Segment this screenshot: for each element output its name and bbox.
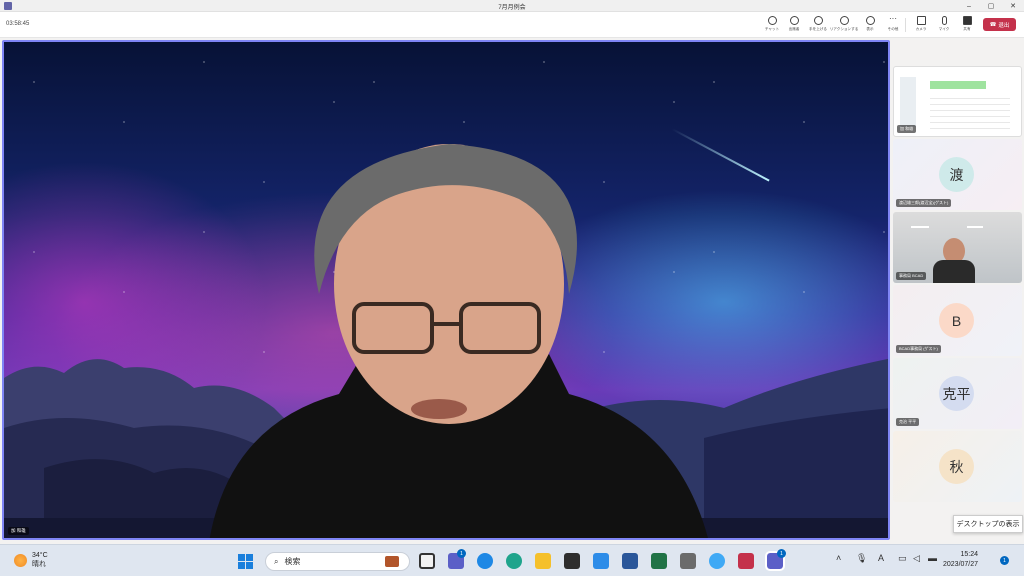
ceiling-light <box>967 226 983 228</box>
shared-screen-thumbnails <box>900 77 916 127</box>
sticky-notes-icon[interactable] <box>564 553 580 569</box>
edge-icon[interactable] <box>506 553 522 569</box>
people-icon <box>789 16 799 25</box>
word-icon[interactable] <box>622 553 638 569</box>
battery-icon[interactable]: ▬ <box>928 553 937 563</box>
clock-date: 2023/07/27 <box>943 561 979 568</box>
mic-icon <box>941 16 947 25</box>
camera-button[interactable]: カメラ <box>909 15 933 35</box>
shared-screen-header <box>930 81 986 89</box>
start-button[interactable] <box>238 554 253 569</box>
teams-badge: 1 <box>777 549 786 558</box>
speaker-video <box>209 144 708 538</box>
participant-name: BCAD事務局 (ゲスト) <box>896 345 941 353</box>
phone-hangup-icon: ☎ <box>989 21 997 28</box>
more-button[interactable]: ··· その他 <box>881 15 905 35</box>
avatar: 秋 <box>939 449 974 484</box>
participant-body <box>933 260 975 283</box>
chat-button[interactable]: チャット <box>760 15 784 35</box>
shared-screen-content <box>930 93 1010 133</box>
ime-indicator[interactable]: A <box>878 553 884 563</box>
speaker-name-tag: 加 和雄 <box>8 527 29 535</box>
avatar: 渡 <box>939 157 974 192</box>
participant-name: 渡辺雄三郎(渡辺宝)(ゲスト) <box>896 199 952 207</box>
people-button[interactable]: 出席者 <box>782 15 806 35</box>
calculator-icon[interactable] <box>680 553 696 569</box>
participant-name: 加 和雄 <box>897 125 917 133</box>
globe-icon[interactable] <box>709 553 725 569</box>
participant-tile[interactable]: 秋 <box>893 431 1022 502</box>
close-button[interactable]: ✕ <box>1002 0 1024 12</box>
avatar: 克平 <box>939 376 974 411</box>
avatar: B <box>939 303 974 338</box>
leave-button[interactable]: ☎ 退出 <box>983 18 1016 31</box>
file-explorer-icon[interactable] <box>535 553 551 569</box>
more-icon: ··· <box>889 14 897 23</box>
sun-icon <box>14 553 27 567</box>
taskbar: 34°C 晴れ ⌕ 検索 1 1 ˄ 🎙 A ▭ ◁ ▬ 15:24 2023/… <box>0 544 1024 576</box>
meeting-timer: 03:58:45 <box>6 21 30 27</box>
clock-time: 15:24 <box>960 551 979 558</box>
network-icon[interactable]: ▭ <box>898 553 907 564</box>
excel-icon[interactable] <box>651 553 667 569</box>
view-button[interactable]: 表示 <box>858 15 882 35</box>
main-video-stage: 加 和雄 <box>2 40 890 540</box>
minimize-button[interactable]: – <box>958 0 980 12</box>
mic-tray-icon[interactable]: 🎙 <box>856 553 867 564</box>
react-button[interactable]: リアクションする <box>830 15 858 35</box>
participant-tile[interactable]: 克平 克治 平平 <box>893 358 1022 429</box>
participant-name: 事務局 BCAD <box>896 272 927 280</box>
meeting-toolbar: 03:58:45 チャット 出席者 手を上げる リアクションする 表示 ··· … <box>0 12 1024 38</box>
search-placeholder: 検索 <box>284 557 301 566</box>
raise-hand-button[interactable]: 手を上げる <box>806 15 830 35</box>
windows-logo-quadrant <box>246 554 253 561</box>
window-title: 7月月例会 <box>498 5 526 11</box>
windows-logo-quadrant <box>246 562 253 569</box>
participant-tile-video[interactable]: 事務局 BCAD <box>893 212 1022 283</box>
taskbar-search[interactable]: ⌕ 検索 <box>265 552 410 571</box>
browser-icon[interactable] <box>477 553 493 569</box>
participant-name: 克治 平平 <box>896 418 920 426</box>
windows-logo-quadrant <box>238 562 245 569</box>
weather-desc: 晴れ <box>32 561 46 568</box>
task-view-icon[interactable] <box>419 553 435 569</box>
maximize-button[interactable]: ▢ <box>980 0 1002 12</box>
pdf-icon[interactable] <box>738 553 754 569</box>
show-desktop-tooltip: デスクトップの表示 <box>953 515 1023 533</box>
chat-badge: 1 <box>457 549 466 558</box>
search-icon: ⌕ <box>274 556 279 566</box>
participant-tile[interactable]: 渡 渡辺雄三郎(渡辺宝)(ゲスト) <box>893 139 1022 210</box>
toolbar-divider <box>905 18 906 32</box>
chevron-up-icon[interactable]: ˄ <box>836 553 841 563</box>
ceiling-light <box>911 226 929 228</box>
view-icon <box>865 16 875 25</box>
chat-icon <box>767 16 777 25</box>
participant-tile[interactable]: B BCAD事務局 (ゲスト) <box>893 285 1022 356</box>
windows-logo-quadrant <box>238 554 245 561</box>
weather-temp: 34°C <box>32 552 48 559</box>
emoji-icon <box>839 16 849 25</box>
camera-icon <box>916 16 926 25</box>
share-icon <box>962 16 972 25</box>
title-bar: 7月月例会 – ▢ ✕ <box>0 0 1024 12</box>
mic-button[interactable]: マイク <box>932 15 956 35</box>
volume-icon[interactable]: ◁ <box>913 553 920 564</box>
share-button[interactable]: 共有 <box>955 15 979 35</box>
briefcase-icon <box>385 556 399 567</box>
hand-icon <box>813 16 823 25</box>
weather-widget[interactable]: 34°C 晴れ <box>14 551 48 569</box>
clock[interactable]: 15:24 2023/07/27 <box>943 550 978 570</box>
notification-badge[interactable]: 1 <box>1000 556 1009 565</box>
notepad-icon[interactable] <box>593 553 609 569</box>
participant-tile-share[interactable]: 加 和雄 <box>893 66 1022 137</box>
